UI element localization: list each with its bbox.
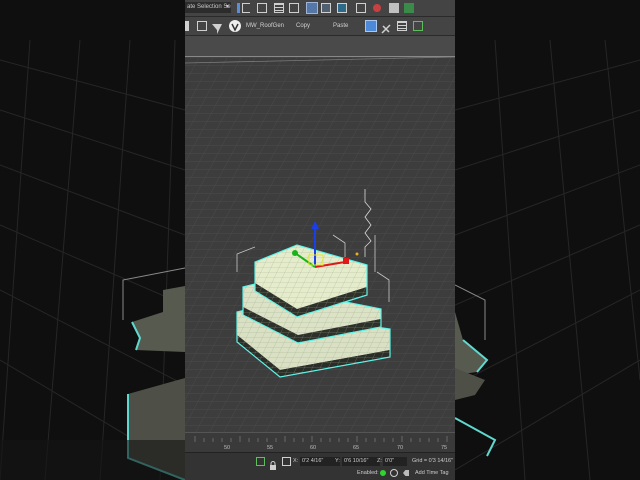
chevron-down-icon: ▾ — [225, 4, 229, 10]
render-production-icon[interactable] — [404, 3, 414, 13]
x-coord-label: X: — [293, 458, 299, 464]
main-toolbar: ate Selection Se ▾ — [185, 0, 455, 17]
timeline-tick: 50 — [224, 445, 231, 451]
toggle-ribbon-icon[interactable] — [274, 3, 284, 13]
render-frame-icon[interactable] — [373, 4, 381, 12]
tag-icon — [403, 470, 409, 476]
copy-button[interactable]: Copy — [296, 20, 310, 32]
list-icon[interactable] — [397, 21, 407, 31]
selection-set-dropdown[interactable]: ate Selection Se ▾ — [185, 2, 231, 13]
select-tool-icon[interactable] — [365, 20, 377, 32]
timeline-tick: 70 — [397, 445, 404, 451]
mirror-script-icon[interactable] — [212, 21, 222, 34]
isolate-selection-icon[interactable] — [256, 457, 265, 466]
clock-icon[interactable] — [390, 469, 398, 477]
timeline-track[interactable]: 50 55 60 65 70 75 — [185, 432, 455, 453]
secondary-toolbar: MW_RoofGen Copy Paste — [185, 17, 455, 36]
tools-icon[interactable] — [381, 21, 391, 34]
timeline-tick: 55 — [267, 445, 274, 451]
schematic-view-icon[interactable] — [321, 3, 331, 13]
app-window: ate Selection Se ▾ MW_RoofGen Copy Paste — [185, 0, 455, 480]
enabled-label: Enabled: — [357, 470, 379, 476]
lock-icon[interactable] — [269, 457, 277, 470]
timeline-tick: 60 — [310, 445, 317, 451]
edge-icon — [185, 21, 189, 31]
timeline-tick: 65 — [353, 445, 360, 451]
material-editor-icon[interactable] — [337, 3, 347, 13]
roofgen-script-button[interactable]: MW_RoofGen — [246, 20, 284, 32]
align-icon[interactable] — [242, 3, 250, 13]
z-coord-field[interactable]: 0'0" — [383, 457, 407, 466]
scene-explorer-icon[interactable] — [289, 3, 299, 13]
timeline-tick: 75 — [441, 445, 448, 451]
z-coord-label: Z: — [377, 458, 382, 464]
ribbon-panel — [185, 36, 455, 57]
absolute-mode-icon[interactable] — [282, 457, 291, 466]
mirror-icon[interactable] — [237, 3, 240, 13]
frame-icon[interactable] — [197, 21, 207, 31]
viewport-layout-icon[interactable] — [413, 21, 423, 31]
add-time-tag-button[interactable]: Add Time Tag — [415, 469, 449, 478]
blurred-background-right — [455, 0, 640, 480]
y-coord-label: Y: — [335, 458, 340, 464]
grid-size-readout: Grid = 0'3 14/16" — [412, 458, 454, 464]
paste-button[interactable]: Paste — [333, 20, 348, 32]
blurred-background-left — [0, 0, 185, 480]
viewport-scene — [185, 57, 455, 432]
perspective-viewport[interactable] — [185, 57, 455, 432]
y-coord-field[interactable]: 0'6 10/16" — [342, 457, 380, 466]
selection-set-label: ate Selection Se — [187, 4, 231, 10]
enabled-indicator-icon[interactable] — [380, 470, 386, 476]
vray-icon[interactable] — [229, 20, 241, 32]
status-bar: X: 0'2 4/16" Y: 0'6 10/16" Z: 0'0" Grid … — [185, 452, 455, 480]
render-icon[interactable] — [389, 3, 399, 13]
x-coord-field[interactable]: 0'2 4/16" — [300, 457, 340, 466]
layer-explorer-icon[interactable] — [257, 3, 267, 13]
render-setup-icon[interactable] — [356, 3, 366, 13]
curve-editor-icon[interactable] — [306, 2, 318, 14]
